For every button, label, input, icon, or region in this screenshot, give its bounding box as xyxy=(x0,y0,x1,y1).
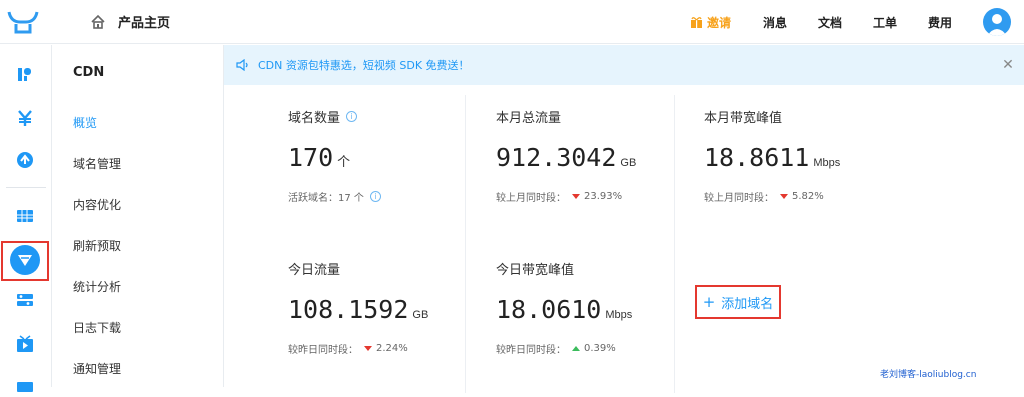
stat-unit: GB xyxy=(620,157,637,169)
watermark-text: 老刘博客-laoliublog.cn xyxy=(880,370,977,380)
sidebar-item-content-optimization[interactable]: 内容优化 xyxy=(73,196,121,213)
cdn-icon[interactable] xyxy=(10,245,40,275)
add-domain-button[interactable]: + 添加域名 xyxy=(695,285,781,319)
stat-unit: Mbps xyxy=(605,309,633,321)
sidebar-item-refresh-prefetch[interactable]: 刷新预取 xyxy=(73,237,121,254)
logo-icon[interactable] xyxy=(6,8,40,36)
settings-slider-icon[interactable] xyxy=(14,289,36,311)
stat-sub: 较昨日同时段： 2.24% xyxy=(288,341,408,356)
stat-value: 170 个 xyxy=(288,143,350,172)
sidebar-item-statistics[interactable]: 统计分析 xyxy=(73,278,121,295)
stat-sub: 活跃域名：17 个 i xyxy=(288,189,381,204)
stat-change: 2.24% xyxy=(376,343,408,354)
billing-link[interactable]: 费用 xyxy=(928,14,952,31)
trend-up-icon xyxy=(572,346,580,351)
messages-link[interactable]: 消息 xyxy=(763,14,787,31)
stat-card-domain-count: 域名数量 i 170 个 活跃域名：17 个 i xyxy=(266,91,474,243)
product-home-link[interactable]: 产品主页 xyxy=(90,12,170,31)
upload-icon[interactable] xyxy=(14,149,36,171)
sidebar-item-domain-management[interactable]: 域名管理 xyxy=(73,155,121,172)
stat-sub: 较上月同时段： 5.82% xyxy=(704,189,824,204)
product-icon-rail xyxy=(0,45,52,392)
stat-value-number: 170 xyxy=(288,143,334,172)
sidebar-title: CDN xyxy=(73,65,105,80)
stat-value: 18.0610 Mbps xyxy=(496,295,632,324)
stat-sub: 较昨日同时段： 0.39% xyxy=(496,341,616,356)
add-domain-label: 添加域名 xyxy=(721,296,774,312)
cdn-sidebar: CDN 概览 域名管理 内容优化 刷新预取 统计分析 日志下载 通知管理 xyxy=(53,45,224,387)
stat-label: 域名数量 i xyxy=(288,107,358,126)
main-content: CDN 资源包特惠选，短视频 SDK 免费送！ ✕ 域名数量 i 170 个 活跃… xyxy=(224,45,1024,393)
gift-icon xyxy=(691,17,702,28)
notice-text[interactable]: CDN 资源包特惠选，短视频 SDK 免费送！ xyxy=(258,57,470,73)
yen-icon[interactable] xyxy=(14,107,36,129)
stat-label: 本月带宽峰值 xyxy=(704,111,783,126)
sidebar-item-log-download[interactable]: 日志下载 xyxy=(73,319,121,336)
stat-card-month-traffic: 本月总流量 912.3042 GB 较上月同时段： 23.93% xyxy=(474,91,682,243)
user-avatar[interactable] xyxy=(983,8,1011,36)
stat-sub-label: 较昨日同时段： xyxy=(288,345,358,356)
docs-link[interactable]: 文档 xyxy=(818,14,842,31)
stat-sub-label: 活跃域名：17 个 xyxy=(288,193,364,204)
stat-value: 18.8611 Mbps xyxy=(704,143,840,172)
stat-value-number: 18.0610 xyxy=(496,295,602,324)
stat-sub-label: 较上月同时段： xyxy=(704,193,774,204)
sidebar-item-overview[interactable]: 概览 xyxy=(73,114,97,131)
stat-card-today-bandwidth-peak: 今日带宽峰值 18.0610 Mbps 较昨日同时段： 0.39% xyxy=(474,243,682,395)
storage-icon[interactable] xyxy=(14,63,36,85)
stat-value-number: 108.1592 xyxy=(288,295,409,324)
close-icon[interactable]: ✕ xyxy=(1000,57,1016,73)
stat-label-text: 域名数量 xyxy=(288,111,341,126)
stat-unit: GB xyxy=(412,309,429,321)
grid-icon[interactable] xyxy=(14,205,36,227)
card-divider xyxy=(465,243,466,393)
top-bar: 产品主页 邀请 消息 文档 工单 费用 xyxy=(0,0,1024,44)
info-icon[interactable]: i xyxy=(369,191,381,202)
stat-value: 108.1592 GB xyxy=(288,295,428,324)
trend-down-icon xyxy=(780,194,788,199)
stat-unit: 个 xyxy=(337,154,351,169)
stat-change: 5.82% xyxy=(792,191,824,202)
stat-value-number: 18.8611 xyxy=(704,143,810,172)
plus-icon: + xyxy=(702,293,716,311)
stat-label: 本月总流量 xyxy=(496,111,562,126)
stat-change: 23.93% xyxy=(584,191,623,202)
sidebar-item-notification[interactable]: 通知管理 xyxy=(73,360,121,377)
trend-down-icon xyxy=(364,346,372,351)
tickets-link[interactable]: 工单 xyxy=(873,14,897,31)
card-divider xyxy=(674,95,675,245)
stat-label: 今日流量 xyxy=(288,263,341,278)
rail-divider xyxy=(6,187,46,188)
speaker-icon xyxy=(236,59,248,71)
video-icon[interactable] xyxy=(14,333,36,355)
stat-sub-label: 较昨日同时段： xyxy=(496,345,566,356)
home-title: 产品主页 xyxy=(118,16,171,31)
stat-unit: Mbps xyxy=(813,157,841,169)
stat-value: 912.3042 GB xyxy=(496,143,636,172)
stat-card-today-traffic: 今日流量 108.1592 GB 较昨日同时段： 2.24% xyxy=(266,243,474,395)
info-icon[interactable]: i xyxy=(346,111,358,122)
home-icon xyxy=(91,14,105,29)
stat-label: 今日带宽峰值 xyxy=(496,263,575,278)
invite-label: 邀请 xyxy=(707,16,732,30)
more-product-icon[interactable] xyxy=(14,375,36,397)
stat-value-number: 912.3042 xyxy=(496,143,617,172)
stat-sub-label: 较上月同时段： xyxy=(496,193,566,204)
promo-notice: CDN 资源包特惠选，短视频 SDK 免费送！ ✕ xyxy=(224,45,1024,85)
invite-link[interactable]: 邀请 xyxy=(690,14,731,31)
stat-card-month-bandwidth-peak: 本月带宽峰值 18.8611 Mbps 较上月同时段： 5.82% xyxy=(682,91,890,243)
card-divider xyxy=(465,95,466,245)
stat-change: 0.39% xyxy=(584,343,616,354)
stat-sub: 较上月同时段： 23.93% xyxy=(496,189,622,204)
trend-down-icon xyxy=(572,194,580,199)
card-divider xyxy=(674,243,675,393)
